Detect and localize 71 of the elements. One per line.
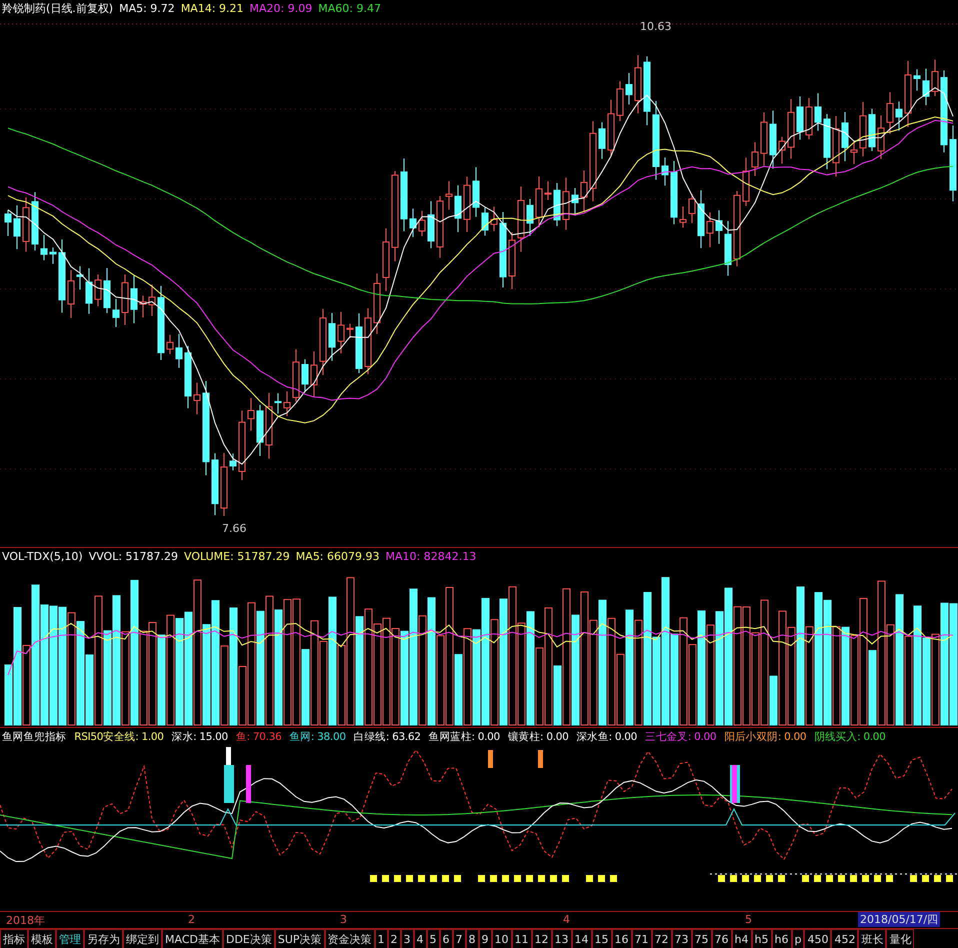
legend-text: VVOL: 51787.29 bbox=[88, 550, 178, 563]
legend-text: VOL-TDX(5,10) bbox=[2, 550, 83, 563]
indicator-tab[interactable]: 10 bbox=[492, 929, 512, 948]
indicator-tab[interactable]: 另存为 bbox=[84, 929, 123, 948]
indicator-tab[interactable]: 15 bbox=[592, 929, 612, 948]
high-price-label: 10.63 bbox=[640, 20, 672, 33]
legend-text: MA20: 9.09 bbox=[250, 2, 312, 15]
legend-text: MA14: 9.21 bbox=[180, 2, 244, 15]
indicator-tab[interactable]: MACD基本 bbox=[162, 929, 223, 948]
legend-text: 深水: 15.00 bbox=[172, 730, 228, 744]
signal-bar bbox=[488, 750, 493, 768]
legend-text: 三七金叉: 0.00 bbox=[645, 730, 716, 744]
legend-text: RSI50安全线: 1.00 bbox=[74, 730, 164, 744]
indicator-tab[interactable]: 72 bbox=[652, 929, 672, 948]
indicator-tab[interactable]: h6 bbox=[772, 929, 792, 948]
indicator-tab[interactable]: 452 bbox=[831, 929, 858, 948]
legend-text: 镶黄柱: 0.00 bbox=[508, 730, 568, 744]
legend-text: 鱼网: 38.00 bbox=[289, 730, 346, 744]
indicator-tab[interactable]: 14 bbox=[572, 929, 592, 948]
indicator-tab[interactable]: 模板 bbox=[28, 929, 56, 948]
indicator-tab[interactable]: 2 bbox=[388, 929, 401, 948]
indicator-tab[interactable]: 71 bbox=[632, 929, 652, 948]
indicator-tab[interactable]: 73 bbox=[672, 929, 692, 948]
indicator-tab[interactable]: 班长 bbox=[858, 929, 886, 948]
month-label: 2 bbox=[188, 913, 195, 926]
signal-bar bbox=[538, 750, 543, 768]
legend-text: MA5: 9.72 bbox=[119, 2, 175, 15]
indicator-tab[interactable]: 11 bbox=[512, 929, 532, 948]
indicator-tab[interactable]: h4 bbox=[732, 929, 752, 948]
indicator-tab[interactable]: 指标 bbox=[0, 929, 28, 948]
indicator-tab[interactable]: h5 bbox=[752, 929, 772, 948]
indicator-tab[interactable]: 76 bbox=[712, 929, 732, 948]
indicator-tab[interactable]: 3 bbox=[400, 929, 414, 948]
legend-text: 鱼网鱼兜指标 bbox=[2, 730, 66, 744]
indicator-tab[interactable]: 9 bbox=[478, 929, 492, 948]
legend-text: 白绿线: 63.62 bbox=[354, 730, 421, 744]
legend-text: VOLUME: 51787.29 bbox=[184, 550, 290, 563]
indicator-tab[interactable]: 6 bbox=[440, 929, 453, 948]
low-price-label: 7.66 bbox=[222, 522, 246, 535]
cursor-date: 2018/05/17/四 bbox=[858, 912, 940, 927]
legend-text: MA5: 66079.93 bbox=[296, 550, 380, 563]
indicator-tab[interactable]: 绑定到 bbox=[123, 929, 162, 948]
indicator-tab[interactable]: 管理 bbox=[56, 929, 84, 948]
indicator-tab[interactable]: 75 bbox=[692, 929, 712, 948]
legend-text: MA10: 82842.13 bbox=[386, 550, 476, 563]
legend-text: 羚锐制药(日线.前复权) bbox=[2, 1, 114, 16]
month-label: 3 bbox=[340, 913, 347, 926]
month-label: 4 bbox=[563, 913, 570, 926]
indicator-tab[interactable]: 8 bbox=[466, 929, 479, 948]
indicator-tab[interactable]: DDE决策 bbox=[222, 929, 275, 948]
indicator-tab[interactable]: 量化 bbox=[886, 929, 914, 948]
legend-text: 深水鱼: 0.00 bbox=[576, 730, 638, 744]
signal-bar bbox=[246, 765, 251, 803]
month-label: 2018年 bbox=[6, 913, 45, 928]
indicator-tab[interactable]: 1 bbox=[374, 929, 388, 948]
month-label: 5 bbox=[745, 913, 752, 926]
indicator-tab[interactable]: SUP决策 bbox=[274, 929, 325, 948]
indicator-tab[interactable]: 450 bbox=[804, 929, 832, 948]
indicator-tab[interactable]: 12 bbox=[532, 929, 552, 948]
indicator-tab[interactable]: 7 bbox=[452, 929, 466, 948]
indicator-tab[interactable]: p bbox=[792, 929, 804, 948]
indicator-tab[interactable]: 4 bbox=[414, 929, 427, 948]
legend-text: 阴线买入: 0.00 bbox=[814, 730, 886, 744]
indicator-tab[interactable]: 5 bbox=[426, 929, 440, 948]
indicator-tab[interactable]: 资金决策 bbox=[324, 929, 375, 948]
indicator-tab[interactable]: 16 bbox=[612, 929, 632, 948]
indicator-tab[interactable]: 13 bbox=[552, 929, 572, 948]
legend-text: MA60: 9.47 bbox=[318, 2, 381, 15]
legend-text: 鱼: 70.36 bbox=[236, 730, 282, 744]
legend-text: 鱼网蓝柱: 0.00 bbox=[428, 730, 500, 744]
legend-text: 阳后小双阴: 0.00 bbox=[724, 730, 806, 744]
